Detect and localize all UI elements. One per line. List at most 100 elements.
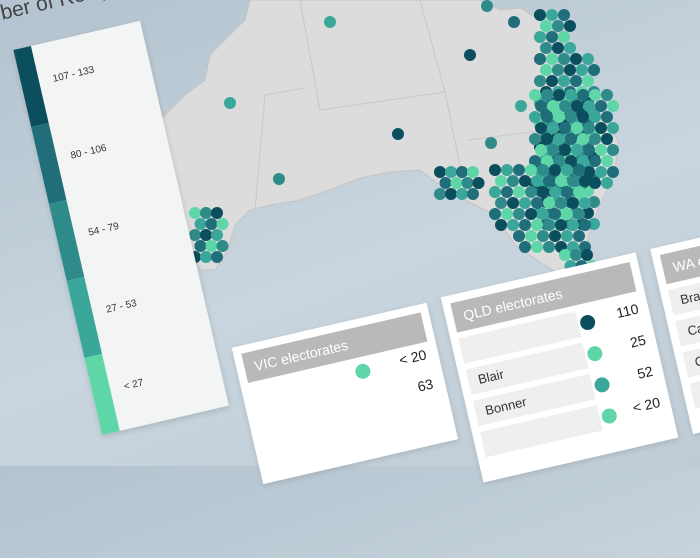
map-dot[interactable]	[543, 175, 555, 187]
map-dot[interactable]	[571, 100, 583, 112]
map-dot[interactable]	[224, 97, 236, 109]
map-dot[interactable]	[537, 164, 549, 176]
map-dot[interactable]	[583, 144, 595, 156]
map-dot[interactable]	[434, 188, 446, 200]
map-dot[interactable]	[540, 20, 552, 32]
map-dot[interactable]	[501, 164, 513, 176]
map-dot[interactable]	[564, 20, 576, 32]
map-dot[interactable]	[481, 0, 493, 12]
map-dot[interactable]	[534, 9, 546, 21]
map-dot[interactable]	[519, 197, 531, 209]
map-dot[interactable]	[589, 177, 601, 189]
map-dot[interactable]	[589, 111, 601, 123]
map-dot[interactable]	[564, 42, 576, 54]
map-dot[interactable]	[582, 53, 594, 65]
map-dot[interactable]	[464, 49, 476, 61]
map-dot[interactable]	[589, 155, 601, 167]
map-dot[interactable]	[456, 188, 468, 200]
map-dot[interactable]	[507, 175, 519, 187]
map-dot[interactable]	[534, 31, 546, 43]
map-dot[interactable]	[547, 122, 559, 134]
map-dot[interactable]	[559, 100, 571, 112]
map-dot[interactable]	[589, 89, 601, 101]
legend-bin-3[interactable]	[48, 199, 85, 281]
map-dot[interactable]	[541, 111, 553, 123]
map-dot[interactable]	[546, 9, 558, 21]
map-dot[interactable]	[546, 75, 558, 87]
legend-bin-1[interactable]	[13, 45, 49, 128]
map-dot[interactable]	[607, 166, 619, 178]
map-dot[interactable]	[579, 175, 591, 187]
map-dot[interactable]	[595, 166, 607, 178]
map-dot[interactable]	[549, 164, 561, 176]
map-dot[interactable]	[495, 197, 507, 209]
map-dot[interactable]	[216, 218, 229, 230]
map-dot[interactable]	[559, 144, 571, 156]
map-dot[interactable]	[211, 207, 223, 219]
map-dot[interactable]	[558, 53, 570, 65]
map-dot[interactable]	[495, 175, 507, 187]
map-dot[interactable]	[485, 137, 497, 149]
map-dot[interactable]	[595, 122, 607, 134]
map-dot[interactable]	[450, 177, 463, 189]
map-dot[interactable]	[552, 42, 564, 54]
map-dot[interactable]	[555, 175, 567, 187]
map-dot[interactable]	[537, 186, 549, 198]
map-dot[interactable]	[577, 111, 589, 123]
map-dot[interactable]	[571, 122, 583, 134]
map-dot[interactable]	[525, 164, 537, 176]
map-dot[interactable]	[601, 89, 613, 101]
map-dot[interactable]	[601, 155, 613, 167]
map-dot[interactable]	[445, 166, 457, 178]
map-dot[interactable]	[570, 53, 582, 65]
map-dot[interactable]	[565, 133, 577, 145]
map-dot[interactable]	[577, 133, 589, 145]
map-dot[interactable]	[519, 175, 531, 187]
map-dot[interactable]	[589, 133, 601, 145]
map-dot[interactable]	[576, 64, 588, 76]
map-dot[interactable]	[558, 31, 570, 43]
map-dot[interactable]	[567, 175, 579, 187]
map-dot[interactable]	[573, 164, 585, 176]
map-dot[interactable]	[467, 166, 479, 178]
map-dot[interactable]	[583, 100, 595, 112]
map-dot[interactable]	[549, 186, 561, 198]
map-dot[interactable]	[601, 177, 613, 189]
map-dot[interactable]	[601, 133, 613, 145]
map-dot[interactable]	[529, 133, 541, 145]
map-dot[interactable]	[392, 128, 404, 140]
map-dot[interactable]	[553, 133, 565, 145]
map-dot[interactable]	[456, 166, 468, 178]
map-dot[interactable]	[529, 111, 541, 123]
map-dot[interactable]	[558, 75, 570, 87]
map-dot[interactable]	[601, 111, 613, 123]
map-dot[interactable]	[561, 164, 573, 176]
map-dot[interactable]	[561, 186, 573, 198]
map-dot[interactable]	[525, 186, 537, 198]
map-dot[interactable]	[534, 75, 546, 87]
map-dot[interactable]	[582, 75, 594, 87]
map-dot[interactable]	[570, 75, 582, 87]
map-dot[interactable]	[445, 188, 457, 200]
map-dot[interactable]	[541, 133, 553, 145]
map-dot[interactable]	[531, 175, 543, 187]
map-dot[interactable]	[501, 208, 513, 220]
map-dot[interactable]	[531, 197, 543, 209]
map-dot[interactable]	[553, 111, 565, 123]
map-dot[interactable]	[553, 89, 565, 101]
map-dot[interactable]	[273, 173, 285, 185]
map-dot[interactable]	[540, 42, 552, 54]
map-dot[interactable]	[489, 208, 501, 220]
map-dot[interactable]	[546, 31, 558, 43]
map-dot[interactable]	[552, 20, 564, 32]
legend-bin-4[interactable]	[66, 276, 102, 358]
map-dot[interactable]	[472, 177, 485, 189]
map-dot[interactable]	[577, 89, 589, 101]
map-dot[interactable]	[565, 89, 577, 101]
map-dot[interactable]	[513, 164, 525, 176]
map-dot[interactable]	[559, 122, 571, 134]
map-dot[interactable]	[529, 89, 541, 101]
map-dot[interactable]	[607, 122, 619, 134]
map-dot[interactable]	[607, 100, 619, 112]
map-dot[interactable]	[540, 64, 552, 76]
